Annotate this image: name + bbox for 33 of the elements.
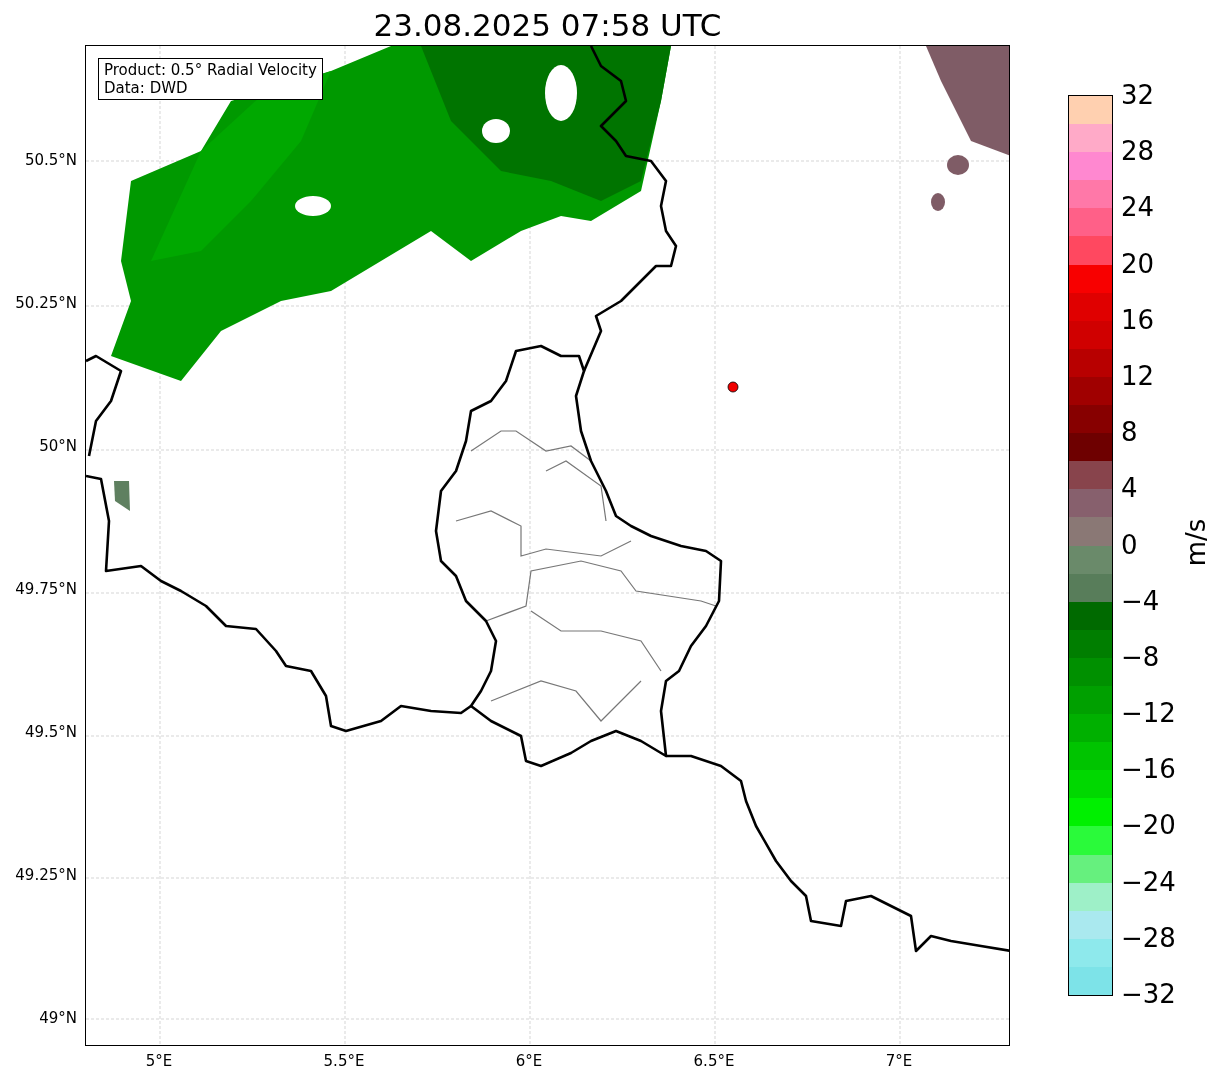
axis-tick-label: 5°E (145, 1052, 173, 1070)
axis-tick-label: 6.5°E (693, 1052, 735, 1070)
axis-tick-label: 50.5°N (24, 151, 77, 169)
axis-tick-label: 50.25°N (15, 294, 77, 312)
colorbar-tick-label: −24 (1121, 866, 1176, 897)
colorbar-tick-label: 0 (1121, 529, 1138, 560)
colorbar-tick-label: 12 (1121, 360, 1155, 391)
axis-label: m/s (1180, 518, 1213, 567)
chart-title: 23.08.2025 07:58 UTC (373, 6, 722, 45)
colorbar-tick-label: −32 (1121, 979, 1176, 1009)
colorbar-tick-label: 32 (1121, 80, 1155, 110)
axis-tick-label: 49.25°N (15, 866, 77, 884)
colorbar-tick-label: 4 (1121, 473, 1138, 504)
axis-tick-label: 50°N (39, 437, 77, 455)
axis-tick-label: 7°E (885, 1052, 913, 1070)
axis-tick-label: 49.75°N (15, 580, 77, 598)
colorbar-tick-label: 20 (1121, 248, 1155, 279)
axis-tick-label: 49°N (39, 1009, 77, 1027)
colorbar-tick-label: −8 (1121, 641, 1160, 672)
colorbar-tick-label: 16 (1121, 304, 1155, 335)
colorbar-tick-label: 28 (1121, 136, 1155, 167)
axis-tick-label: 6°E (515, 1052, 543, 1070)
info-text: Data: DWD (104, 79, 189, 97)
colorbar-tick-label: 24 (1121, 192, 1155, 223)
colorbar-tick-label: −16 (1121, 754, 1176, 785)
colorbar-tick-label: −20 (1121, 810, 1176, 841)
info-text: Product: 0.5° Radial Velocity (104, 61, 317, 79)
colorbar-tick-label: −12 (1121, 698, 1176, 729)
colorbar-tick-label: 8 (1121, 417, 1138, 448)
axis-tick-label: 5.5°E (323, 1052, 365, 1070)
colorbar-tick-label: −28 (1121, 922, 1176, 953)
axis-tick-label: 49.5°N (24, 723, 77, 741)
colorbar-tick-label: −4 (1121, 585, 1160, 616)
